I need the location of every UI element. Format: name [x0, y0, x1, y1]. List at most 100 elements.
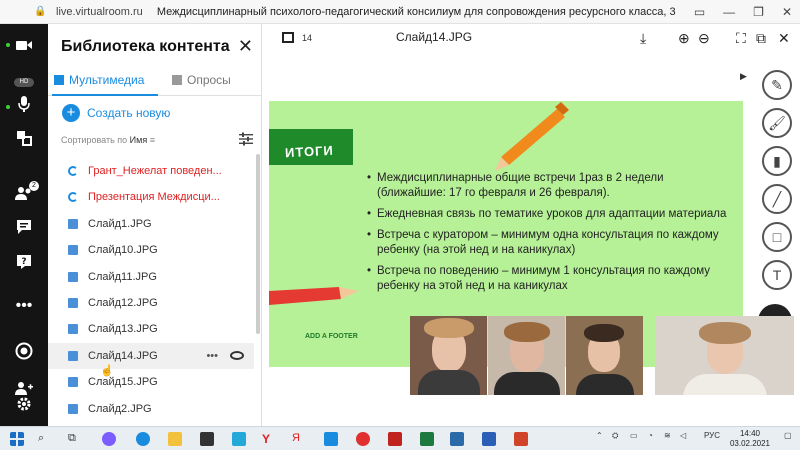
excel-icon[interactable]: [420, 432, 434, 446]
more-icon[interactable]: •••: [12, 294, 36, 318]
task-view-icon[interactable]: ⧉: [68, 432, 82, 446]
text-tool-icon[interactable]: T: [762, 260, 792, 290]
help-icon[interactable]: ?: [12, 254, 36, 278]
zoom-out-icon[interactable]: ⊖: [698, 30, 710, 47]
list-item-label: Слайд1.JPG: [88, 217, 152, 230]
more-options-icon[interactable]: •••: [206, 343, 218, 369]
zoom-in-icon[interactable]: ⊕: [678, 30, 690, 47]
video-icon[interactable]: ▭: [694, 5, 705, 19]
sort-control[interactable]: Сортировать по Имя ≡: [61, 135, 155, 145]
acrobat-icon[interactable]: [388, 432, 402, 446]
tab-multimedia[interactable]: Мультимедиа: [52, 68, 158, 96]
library-tabs: Мультимедиа Опросы: [48, 68, 262, 96]
minimize-button[interactable]: —: [723, 5, 735, 19]
volume-icon[interactable]: ◁: [680, 431, 686, 440]
opera-icon[interactable]: [356, 432, 370, 446]
browser-page-title: Междисциплинарный психолого-педагогическ…: [156, 5, 677, 18]
restore-button[interactable]: ❐: [753, 5, 764, 19]
powerpoint-icon[interactable]: [514, 432, 528, 446]
list-item-label: Слайд10.JPG: [88, 244, 158, 257]
window-controls: ▭ — ❐ ✕: [694, 0, 792, 24]
download-icon[interactable]: ⤓: [640, 30, 646, 47]
image-file-icon: [68, 350, 78, 361]
list-item[interactable]: Слайд1.JPG: [48, 211, 254, 237]
tray-chevron-icon[interactable]: ⌃: [596, 431, 603, 440]
settings-icon[interactable]: [12, 394, 36, 418]
marker-tool-icon[interactable]: ▮: [762, 146, 792, 176]
lock-icon[interactable]: 🔒: [34, 6, 50, 17]
record-icon[interactable]: [12, 342, 36, 366]
notifications-icon[interactable]: ▢: [784, 431, 792, 440]
search-icon[interactable]: ⌕: [38, 432, 52, 446]
tab-polls[interactable]: Опросы: [172, 68, 231, 96]
list-item-label: Грант_Нежелат поведен...: [88, 165, 222, 177]
video-tile-2[interactable]: [488, 316, 565, 395]
system-clock[interactable]: 14:40 03.02.2021: [730, 429, 770, 449]
content-library-icon[interactable]: [12, 130, 36, 154]
close-viewer-icon[interactable]: ✕: [778, 30, 790, 47]
list-scrollbar[interactable]: [256, 154, 260, 334]
brush-tool-icon[interactable]: 🖌: [762, 108, 792, 138]
yandex-browser-icon[interactable]: Я: [292, 432, 306, 446]
image-file-icon: [68, 245, 78, 256]
wifi-icon[interactable]: ≋: [664, 431, 671, 440]
page-number: 14: [302, 33, 313, 43]
yandex-icon[interactable]: Y: [262, 432, 276, 446]
network-icon[interactable]: ◔: [648, 431, 653, 440]
list-item[interactable]: Слайд15.JPG: [48, 369, 254, 395]
list-item[interactable]: Слайд13.JPG: [48, 316, 254, 342]
video-tile-3[interactable]: [566, 316, 643, 395]
list-item-label: Слайд2.JPG: [88, 402, 152, 415]
rectangle-tool-icon[interactable]: □: [762, 222, 792, 252]
list-item[interactable]: Слайд11.JPG: [48, 264, 254, 290]
browser-url[interactable]: live.virtualroom.ru: [56, 6, 143, 18]
video-tile-self[interactable]: [655, 316, 794, 395]
alice-assistant-icon[interactable]: [102, 432, 116, 446]
mail-icon[interactable]: [324, 432, 338, 446]
sort-order-icon: ≡: [149, 135, 155, 145]
tab-polls-label: Опросы: [187, 73, 231, 87]
explorer-icon[interactable]: [168, 432, 182, 446]
list-item-selected[interactable]: Слайд14.JPG ••• ☝: [48, 342, 254, 377]
viewer-toolbar: 14 Слайд14.JPG ⤓ ⊕ ⊖ ⛶ ⧉ ✕: [262, 24, 800, 54]
word-icon[interactable]: [482, 432, 496, 446]
fit-screen-icon[interactable]: ⧉: [756, 30, 766, 47]
store-icon[interactable]: [200, 432, 214, 446]
create-new-button[interactable]: + Создать новую: [62, 104, 170, 122]
list-item[interactable]: Презентация Междисци...: [48, 184, 254, 210]
video-tile-1[interactable]: [410, 316, 487, 395]
camera-icon[interactable]: [12, 36, 36, 60]
list-item[interactable]: Слайд12.JPG: [48, 290, 254, 316]
fullscreen-icon[interactable]: ⛶: [736, 30, 746, 47]
app-l-icon[interactable]: [232, 432, 246, 446]
input-language[interactable]: РУС: [704, 431, 720, 440]
list-item-label: Слайд14.JPG: [88, 349, 158, 362]
list-item[interactable]: Грант_Нежелат поведен...: [48, 158, 254, 184]
edge-icon[interactable]: [136, 432, 150, 446]
hd-badge: HD: [14, 78, 34, 87]
line-tool-icon[interactable]: ╱: [762, 184, 792, 214]
sort-value: Имя: [129, 135, 148, 145]
expand-arrow-icon[interactable]: ▶: [740, 71, 747, 82]
participant-hair: [584, 324, 624, 342]
participant-hair: [699, 322, 751, 344]
list-item[interactable]: Слайд10.JPG: [48, 237, 254, 263]
pencil-tool-icon[interactable]: ✎: [762, 70, 792, 100]
plus-icon: +: [62, 104, 80, 122]
battery-icon[interactable]: ▭: [630, 431, 638, 440]
image-file-icon: [68, 403, 78, 414]
filter-icon[interactable]: [239, 132, 253, 146]
pages-icon[interactable]: [282, 32, 294, 43]
preview-eye-icon[interactable]: [230, 350, 244, 360]
windows-start-icon[interactable]: [10, 432, 24, 446]
image-file-icon: [68, 271, 78, 282]
chat-icon[interactable]: [12, 219, 36, 243]
photos-icon[interactable]: [450, 432, 464, 446]
microphone-icon[interactable]: [12, 96, 36, 120]
close-window-button[interactable]: ✕: [782, 5, 792, 19]
room-sidebar: HD 2 ? •••: [0, 24, 48, 426]
tab-multimedia-label: Мультимедиа: [69, 73, 145, 87]
tray-app-icon[interactable]: ⛭: [612, 431, 618, 441]
close-panel-icon[interactable]: ✕: [238, 36, 253, 57]
list-item[interactable]: Слайд2.JPG: [48, 396, 254, 422]
